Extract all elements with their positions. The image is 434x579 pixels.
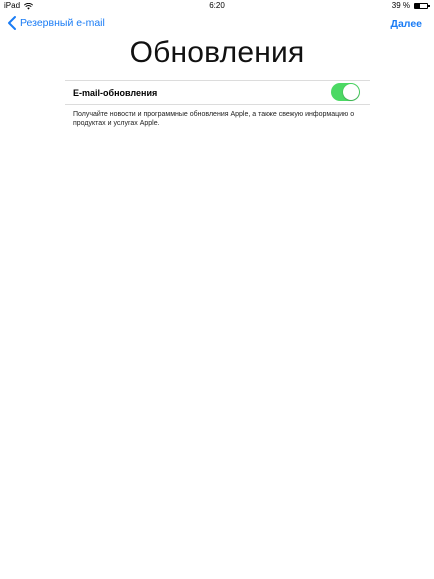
- toggle-knob: [343, 84, 359, 100]
- battery-fill: [415, 4, 420, 8]
- email-updates-toggle[interactable]: [331, 83, 360, 101]
- email-updates-label: E-mail-обновления: [73, 88, 158, 98]
- email-updates-row: E-mail-обновления: [65, 80, 370, 105]
- navigation-bar: Резервный e-mail Далее: [0, 12, 434, 36]
- chevron-left-icon: [8, 16, 16, 30]
- back-button-label: Резервный e-mail: [20, 17, 105, 29]
- status-bar: iPad 6:20 39 %: [0, 0, 434, 12]
- battery-percent: 39 %: [391, 1, 410, 10]
- screen: iPad 6:20 39 % Резервный e-mail Далее Об…: [0, 0, 434, 579]
- next-button[interactable]: Далее: [390, 18, 422, 30]
- email-updates-description: Получайте новости и программные обновлен…: [73, 111, 355, 127]
- status-time: 6:20: [209, 1, 225, 10]
- page-title: Обновления: [129, 36, 305, 69]
- back-button[interactable]: Резервный e-mail: [6, 15, 105, 31]
- status-right: 39 %: [391, 0, 430, 12]
- battery-icon: [414, 3, 430, 9]
